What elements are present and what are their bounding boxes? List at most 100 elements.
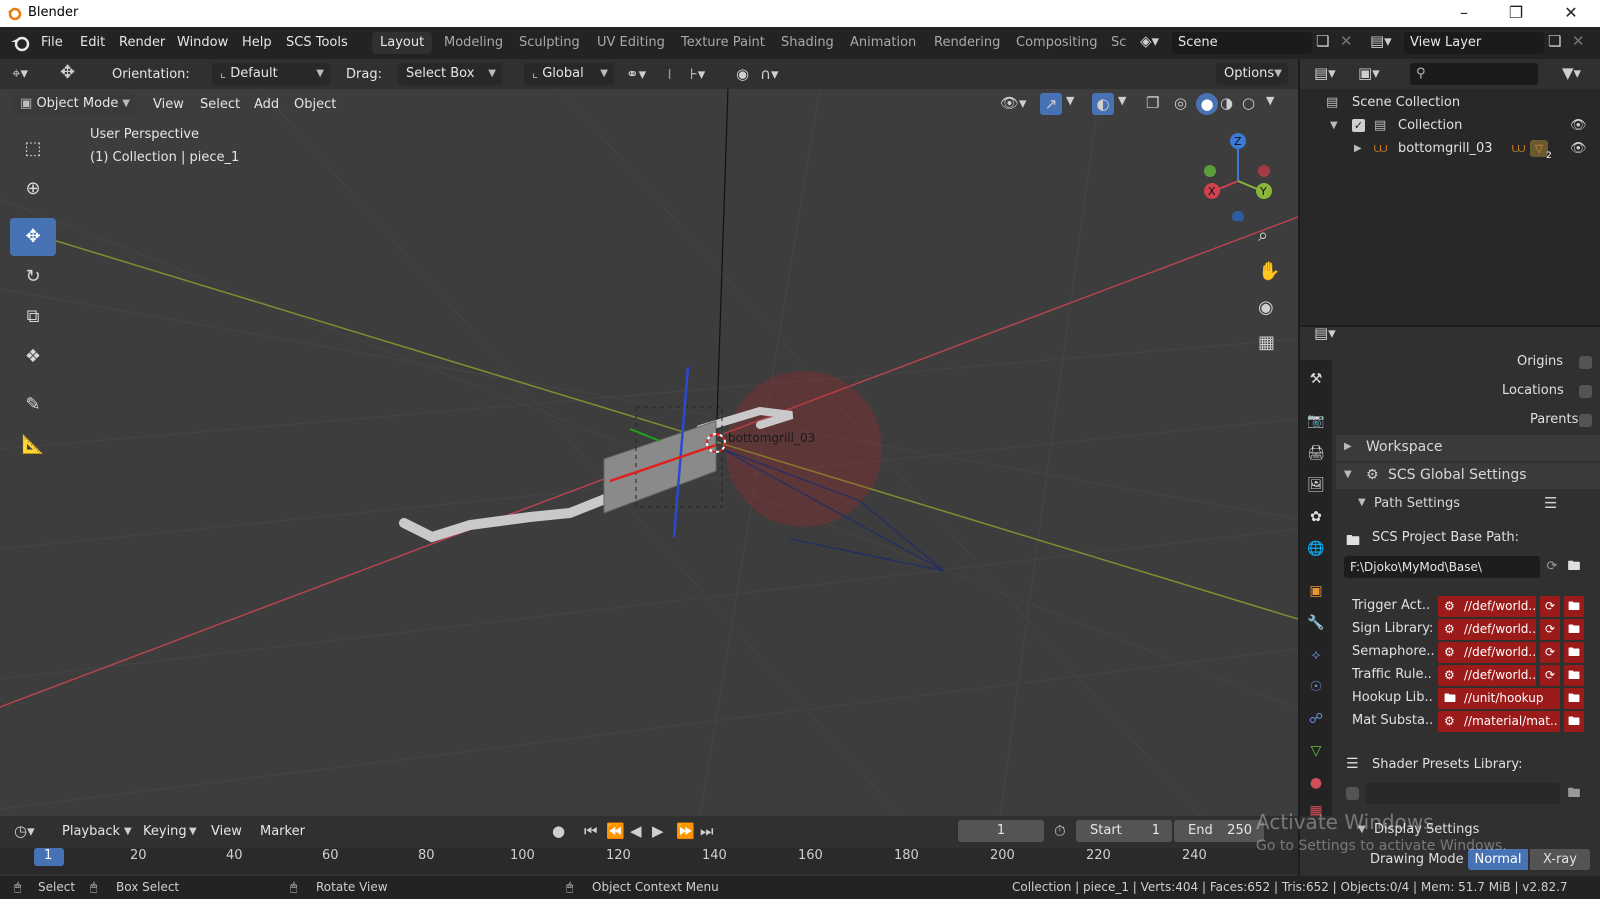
chevron-down-icon[interactable]: ▼: [1066, 94, 1074, 107]
end-frame-field[interactable]: End 250: [1174, 820, 1264, 842]
pivot-point-icon[interactable]: ⚭▾: [626, 65, 646, 83]
browse-folder-icon[interactable]: 🖿: [1564, 783, 1584, 804]
prev-keyframe-icon[interactable]: ⏪: [606, 822, 625, 840]
rotate-tool-icon[interactable]: ↻: [10, 258, 56, 296]
tab-uv-editing[interactable]: UV Editing: [589, 32, 673, 54]
gizmo-neg-y-icon[interactable]: [1204, 165, 1216, 177]
material-tab-icon[interactable]: ●: [1306, 772, 1326, 794]
close-button[interactable]: ✕: [1548, 2, 1594, 24]
physics-tab-icon[interactable]: ☉: [1306, 676, 1326, 698]
annotate-tool-icon[interactable]: ✎: [10, 386, 56, 424]
viewport-scene[interactable]: [0, 89, 1298, 816]
data-tab-icon[interactable]: ▽: [1306, 740, 1326, 762]
perspective-toggle-icon[interactable]: ▦: [1258, 332, 1275, 353]
scene-tab-icon[interactable]: ✿: [1306, 506, 1326, 528]
grill-pipe-left[interactable]: [399, 494, 610, 543]
menu-window[interactable]: Window: [177, 35, 228, 50]
viewport-menu-select[interactable]: Select: [200, 97, 240, 112]
modifier-tab-icon[interactable]: 🔧: [1306, 612, 1326, 634]
sign-library-path-field[interactable]: ⚙ //def/world..: [1438, 619, 1536, 640]
origins-checkbox[interactable]: [1579, 356, 1592, 369]
zoom-icon[interactable]: ⌕: [1258, 225, 1268, 246]
editor-type-icon[interactable]: ⌖▾: [12, 64, 28, 82]
restore-button[interactable]: ❐: [1493, 2, 1539, 24]
play-reverse-icon[interactable]: ◀: [630, 822, 642, 840]
traffic-rules-path-field[interactable]: ⚙ //def/world..: [1438, 665, 1536, 686]
properties-editor-type-icon[interactable]: ▤▾: [1314, 324, 1336, 342]
drawing-mode-xray-button[interactable]: X-ray: [1530, 849, 1590, 870]
menu-edit[interactable]: Edit: [80, 35, 105, 50]
transform-tool-icon[interactable]: ❖: [10, 338, 56, 376]
browse-folder-icon[interactable]: 🖿: [1564, 642, 1584, 663]
browse-folder-icon[interactable]: 🖿: [1564, 688, 1584, 709]
semaphore-path-field[interactable]: ⚙ //def/world..: [1438, 642, 1536, 663]
cursor-tool-icon[interactable]: ⊕: [10, 170, 56, 208]
chevron-down-icon[interactable]: ▼: [1118, 94, 1126, 107]
timeline-menu-marker[interactable]: Marker: [260, 824, 305, 839]
tab-texture-paint[interactable]: Texture Paint: [673, 32, 773, 54]
viewport-menu-add[interactable]: Add: [254, 97, 279, 112]
navigation-gizmo[interactable]: Z X Y: [1192, 129, 1278, 221]
grill-plate[interactable]: [603, 420, 717, 514]
tool-tab-icon[interactable]: ⚒: [1306, 368, 1326, 390]
mat-substance-path-field[interactable]: ⚙ //material/mat..: [1438, 711, 1560, 732]
menu-render[interactable]: Render: [119, 35, 165, 50]
timeline-editor-type-icon[interactable]: ◷▾: [14, 822, 35, 840]
view-layer-tab-icon[interactable]: 🖼: [1306, 474, 1326, 496]
object-tab-icon[interactable]: ▣: [1306, 580, 1326, 602]
snap-target-icon[interactable]: ⊦▾: [690, 65, 705, 83]
next-keyframe-icon[interactable]: ⏩: [676, 822, 695, 840]
reload-icon[interactable]: ⟳: [1540, 596, 1560, 617]
material-shading-icon[interactable]: ◑: [1220, 94, 1233, 112]
jump-start-icon[interactable]: ⏮: [584, 822, 598, 840]
constraints-tab-icon[interactable]: ☍: [1306, 708, 1326, 730]
visibility-eye-icon[interactable]: 👁: [1570, 137, 1587, 160]
new-view-layer-icon[interactable]: ❏: [1548, 32, 1561, 50]
minimize-button[interactable]: –: [1441, 2, 1487, 24]
shader-presets-input[interactable]: [1366, 783, 1560, 804]
render-tab-icon[interactable]: 📷: [1306, 410, 1326, 432]
new-scene-icon[interactable]: ❏: [1316, 32, 1329, 50]
outliner-editor-type-icon[interactable]: ▤▾: [1314, 64, 1336, 82]
outliner-search-input[interactable]: ⚲: [1410, 63, 1538, 85]
jump-end-icon[interactable]: ⏭: [700, 822, 714, 840]
viewport-menu-object[interactable]: Object: [294, 97, 336, 112]
world-tab-icon[interactable]: 🌐: [1306, 538, 1326, 560]
pan-hand-icon[interactable]: ✋: [1258, 261, 1280, 282]
scale-tool-icon[interactable]: ⧉: [10, 298, 56, 336]
browse-folder-icon[interactable]: 🖿: [1564, 665, 1584, 686]
measure-tool-icon[interactable]: 📐: [10, 426, 56, 464]
hookup-library-path-field[interactable]: 🖿 //unit/hookup: [1438, 688, 1560, 709]
reload-icon[interactable]: ⟳: [1542, 556, 1562, 578]
orientation-dropdown[interactable]: ⌞ Default ▼: [212, 63, 330, 85]
reload-icon[interactable]: ⟳: [1540, 665, 1560, 686]
particles-tab-icon[interactable]: ⟡: [1306, 644, 1326, 666]
expand-arrow-icon[interactable]: ▶: [1354, 137, 1362, 160]
tab-sculpting[interactable]: Sculpting: [511, 32, 588, 54]
browse-folder-icon[interactable]: 🖿: [1564, 596, 1584, 617]
outliner-row-scene-collection[interactable]: ▤ Scene Collection: [1300, 91, 1600, 114]
trigger-actions-path-field[interactable]: ⚙ //def/world..: [1438, 596, 1536, 617]
reload-icon[interactable]: ⟳: [1540, 642, 1560, 663]
proportional-edit-icon[interactable]: ◉: [736, 65, 749, 83]
expand-arrow-icon[interactable]: ▼: [1330, 114, 1338, 137]
scene-name-field[interactable]: Scene: [1172, 32, 1312, 54]
wireframe-shading-icon[interactable]: ◎: [1174, 94, 1187, 112]
output-tab-icon[interactable]: 🖨: [1306, 442, 1326, 464]
timeline-menu-playback[interactable]: Playback: [62, 824, 120, 839]
reload-icon[interactable]: ⟳: [1540, 619, 1560, 640]
scs-global-settings-header[interactable]: ▼ ⚙ SCS Global Settings: [1336, 463, 1600, 489]
gizmo-neg-z-icon[interactable]: [1232, 211, 1244, 221]
visibility-eye-icon[interactable]: 👁: [1570, 114, 1587, 137]
collection-checkbox[interactable]: ✓: [1352, 119, 1365, 132]
filter-icon[interactable]: ▼▾: [1562, 64, 1581, 82]
list-menu-icon[interactable]: ☰: [1544, 494, 1557, 512]
remove-view-layer-icon[interactable]: ✕: [1572, 32, 1585, 50]
parents-checkbox[interactable]: [1579, 414, 1592, 427]
tab-rendering[interactable]: Rendering: [926, 32, 1008, 54]
tab-layout[interactable]: Layout: [372, 32, 433, 54]
timeline-menu-keying[interactable]: Keying: [143, 824, 187, 839]
3d-viewport[interactable]: User Perspective (1) Collection | piece_…: [0, 89, 1298, 816]
rendered-shading-icon[interactable]: ○: [1242, 94, 1255, 112]
outliner-row-collection[interactable]: ▼ ✓ ▤ Collection 👁: [1300, 114, 1600, 137]
